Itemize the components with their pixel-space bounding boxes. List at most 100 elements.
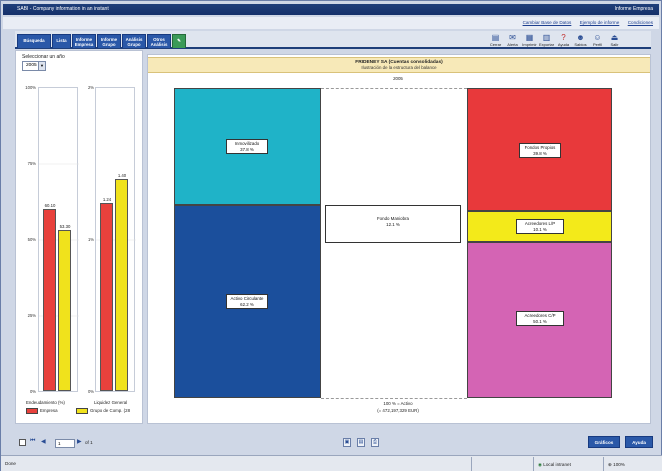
users-icon: ☻ <box>576 33 585 42</box>
legend-grupo: Grupo de Comp. (28 <box>76 408 130 414</box>
app-window: SABI - Company information in an instant… <box>0 0 662 471</box>
pager: ⏮ ◀ 1 ▶ of 1 <box>15 436 651 450</box>
ytick-liq-0: 0% <box>87 389 94 394</box>
year-select-label: Seleccionar un año <box>22 54 65 60</box>
barval-endeudamiento-grupo: 53.30 <box>59 223 71 229</box>
barval-liquidez-empresa: 1.24 <box>102 197 112 203</box>
ytick-end-0: 0% <box>29 389 36 394</box>
company-name: FRIDENEY SA (Cuentas consolidadas) <box>355 60 443 65</box>
label-activo-circulante-value: 62.2 % <box>240 301 254 307</box>
total-line-1: 100 % = Activo <box>383 401 413 406</box>
tool-perfil[interactable]: ☺ Perfil <box>590 33 605 47</box>
year-select-value: 2005 <box>26 63 37 68</box>
year-select[interactable]: 2005 ▼ <box>22 61 46 71</box>
total-line-2: (= 472,197,329 EUR) <box>377 408 419 413</box>
help-icon: ? <box>561 33 566 42</box>
brand-label: Informe Empresa <box>614 6 653 12</box>
tab-busqueda[interactable]: Búsqueda <box>17 34 51 48</box>
ytick-liq-2: 2% <box>87 85 94 90</box>
label-acreedores-lp: Acreedores L/P 10.1 % <box>516 219 564 234</box>
balance-subtitle: Ilustración de la estructura del balance <box>361 65 437 70</box>
balance-panel: FRIDENEY SA (Cuentas consolidadas) Ilust… <box>147 54 651 424</box>
tool-sabios[interactable]: ☻ Sabios <box>573 33 588 47</box>
main-toolbar: Búsqueda Lista Informe Empresa Informe Gru… <box>15 31 651 49</box>
balance-year: 2005 <box>393 76 403 81</box>
ayuda-button[interactable]: Ayuda <box>625 436 653 448</box>
tab-otros-analisis[interactable]: Otros Análisis <box>147 34 171 48</box>
tool-label: Imprimir <box>522 42 537 47</box>
chevron-down-icon: ▼ <box>38 62 45 70</box>
status-zone-label: Local intranet <box>543 462 571 467</box>
link-conditions[interactable]: Condiciones <box>628 20 653 25</box>
tool-imprimir[interactable]: ▦ Imprimir <box>522 33 537 47</box>
caption-endeudamiento: Endeudamiento (%) <box>26 400 65 405</box>
status-text: Done <box>5 461 16 466</box>
page-input[interactable]: 1 <box>55 439 75 448</box>
tool-exportar[interactable]: ▥ Exportar <box>539 33 554 47</box>
export-icon: ▥ <box>542 33 551 42</box>
tab-informe-empresa[interactable]: Informe Empresa <box>72 34 96 48</box>
print-doc-icon[interactable]: ⎙ <box>371 438 379 447</box>
label-fondo-maniobra[interactable]: Fondo Maniobra 12.1 % <box>325 205 461 243</box>
tool-label: Cerrar <box>489 42 502 47</box>
tool-ayuda[interactable]: ? Ayuda <box>556 33 571 47</box>
tab-label-line2: Grupo <box>102 42 116 47</box>
balance-banner: FRIDENEY SA (Cuentas consolidadas) Ilust… <box>148 57 650 73</box>
first-page-icon[interactable]: ⏮ <box>30 438 35 445</box>
status-cell-blank <box>471 457 533 471</box>
tool-label: Sabios <box>574 42 587 47</box>
link-sample-report[interactable]: Ejemplo de informe <box>580 20 620 25</box>
print-icon: ▦ <box>525 33 534 42</box>
ratios-panel: Seleccionar un año 2005 ▼ 60.10 53.30 10… <box>15 50 143 424</box>
globe-icon: ◉ <box>538 462 543 467</box>
bar-endeudamiento-empresa <box>43 208 56 391</box>
tool-salir[interactable]: ⏏ Salir <box>607 33 622 47</box>
tool-alerta[interactable]: ✉ Alerta <box>505 33 520 47</box>
graficos-button[interactable]: Gráficos <box>588 436 620 448</box>
legend-label-grupo: Grupo de Comp. (28 <box>90 408 131 414</box>
copy-icon[interactable]: ▣ <box>343 438 351 447</box>
exit-icon: ⏏ <box>610 33 619 42</box>
status-zoom[interactable]: ⊕ 100% <box>603 457 662 471</box>
legend-label-empresa: Empresa <box>40 408 58 414</box>
label-fondos-propios-value: 39.8 % <box>533 150 547 156</box>
pencil-icon: ✎ <box>177 38 181 43</box>
tab-lista[interactable]: Lista <box>52 34 71 48</box>
tab-analisis-grupo[interactable]: Análisis Grupo <box>122 34 146 48</box>
caption-liquidez: Liquidez General <box>94 400 128 405</box>
folder-icon: ▤ <box>491 33 500 42</box>
tab-informe-grupo[interactable]: Informe Grupo <box>97 34 121 48</box>
label-activo-circulante-name: Activo Circulante <box>230 296 264 301</box>
alert-icon: ✉ <box>509 33 516 42</box>
prev-page-icon[interactable]: ◀ <box>41 438 46 445</box>
status-bar: Done ◉ Local intranet ⊕ 100% <box>1 455 662 471</box>
tab-extra[interactable]: ✎ <box>172 34 186 48</box>
tab-label: Lista <box>56 38 67 43</box>
tool-label: Salir <box>610 42 619 47</box>
tool-cerrar[interactable]: ▤ Cerrar <box>488 33 503 47</box>
tab-label: Búsqueda <box>23 38 45 43</box>
ytick-end-75: 75% <box>27 161 36 166</box>
ytick-end-100: 100% <box>25 85 36 90</box>
bar-endeudamiento-grupo <box>58 229 71 391</box>
export-doc-icon[interactable]: ▤ <box>357 438 365 447</box>
ytick-end-50: 50% <box>27 237 36 242</box>
bar-liquidez-grupo <box>115 178 128 391</box>
legend-swatch-grupo <box>76 408 88 414</box>
top-dash-line <box>321 88 467 89</box>
bottom-dash-line <box>321 398 467 399</box>
legend-swatch-empresa <box>26 408 38 414</box>
tab-label-line2: Grupo <box>127 42 141 47</box>
ytick-liq-1: 1% <box>87 237 94 242</box>
label-acreedores-cp-value: 50.1 % <box>533 318 547 324</box>
label-acreedores-cp-name: Acreedores C/P <box>524 313 556 318</box>
label-fondo-maniobra-value: 12.1 % <box>386 221 400 227</box>
label-fondos-propios: Fondos Propios 39.8 % <box>519 143 561 158</box>
label-inmovilizado-value: 37.8 % <box>240 146 254 152</box>
label-inmovilizado: Inmovilizado 37.8 % <box>226 139 268 154</box>
select-checkbox[interactable] <box>19 439 26 446</box>
profile-icon: ☺ <box>593 33 602 42</box>
barval-liquidez-grupo: 1.40 <box>117 172 127 178</box>
next-page-icon[interactable]: ▶ <box>77 438 82 445</box>
link-change-database[interactable]: Cambiar Base de Datos <box>523 20 572 25</box>
